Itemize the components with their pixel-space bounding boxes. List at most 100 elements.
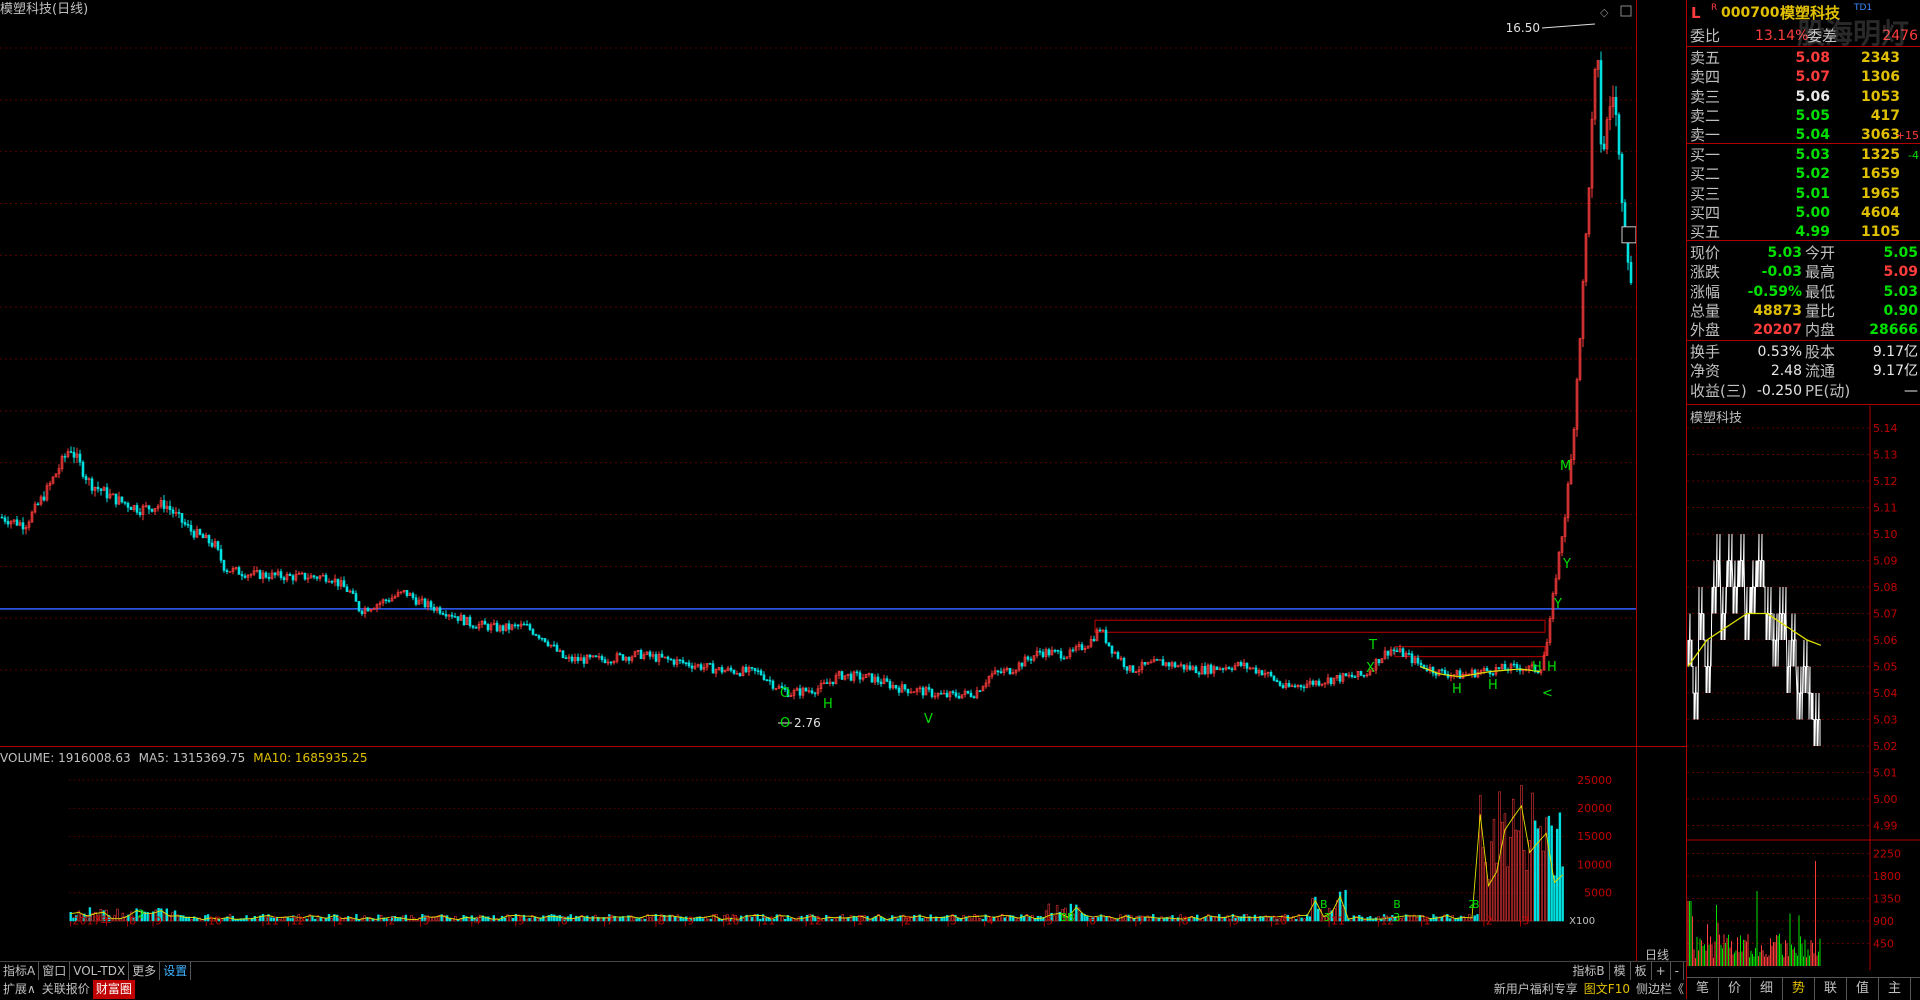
sell-row[interactable]: 卖三 5.06 1053: [1687, 88, 1920, 107]
intraday-chart[interactable]: 模塑科技 5.14 5.13 5.12 5.11 5.10 5.09 5.08 5.07 5.06…: [1687, 406, 1920, 970]
volume-bar: [1270, 916, 1273, 922]
mini-volume-label: 900: [1873, 915, 1894, 928]
time-axis-label: 7: [1138, 915, 1145, 928]
candle-body: [1155, 659, 1159, 661]
time-axis-label: 3: [1522, 915, 1529, 928]
indicator-tab-right[interactable]: 模: [1610, 962, 1631, 980]
candle-body: [1401, 648, 1405, 657]
fundamental-value: 0.53%: [1757, 344, 1802, 360]
volume-bar: [256, 918, 259, 922]
sell-volume: 1053: [1861, 88, 1900, 105]
candle-body: [1245, 662, 1249, 669]
mini-chart-tab[interactable]: 值: [1847, 978, 1879, 1000]
indicator-tab[interactable]: 指标A: [0, 962, 40, 980]
candle-body: [507, 623, 511, 630]
volume-bar: [377, 914, 380, 922]
window-toggle-icon: [1620, 5, 1632, 17]
candle-body: [1392, 649, 1396, 652]
sell-row[interactable]: 卖五 5.08 2343: [1687, 49, 1920, 68]
candle-body: [1287, 683, 1291, 687]
candle-body: [840, 671, 844, 680]
volume-bar: [1121, 917, 1125, 922]
candle-body: [687, 662, 691, 667]
time-axis-label: 8: [129, 915, 136, 928]
fundamental-label: 股本: [1805, 343, 1836, 361]
buy-row[interactable]: 买四 5.00 4604: [1687, 204, 1920, 223]
candle-body: [1362, 674, 1366, 677]
sell-row[interactable]: 卖四 5.07 1306: [1687, 68, 1920, 87]
stock-code[interactable]: 000700: [1721, 2, 1779, 24]
extension-tab[interactable]: 关联报价: [39, 980, 93, 999]
extension-tab-right[interactable]: 新用户福利专享: [1491, 980, 1581, 999]
mini-volume-bars: [1687, 861, 1821, 966]
extension-tab[interactable]: 财富圈: [92, 980, 135, 999]
candle-body: [1599, 60, 1603, 145]
candle-body: [1053, 650, 1057, 652]
low-price-marker: 2.76: [794, 716, 821, 730]
candle-body: [999, 671, 1003, 674]
volume-bar: [1193, 917, 1196, 922]
candle-body: [468, 616, 472, 627]
mini-chart-tab[interactable]: 势: [1783, 978, 1815, 1000]
candle-body: [360, 610, 364, 615]
buy-row[interactable]: 买一 5.03 1325 -4: [1687, 146, 1920, 165]
indicator-tab[interactable]: 设置: [160, 962, 192, 980]
signal-h1: H: [823, 697, 833, 712]
candle-body: [96, 486, 100, 490]
indicator-tab-right[interactable]: 板: [1631, 962, 1652, 980]
time-axis-label: 5: [1046, 915, 1053, 928]
mini-chart-tab[interactable]: 筹: [1911, 978, 1920, 1000]
candle-body: [282, 577, 286, 581]
mini-chart-tab[interactable]: 笔: [1687, 978, 1719, 1000]
volume-bar: [921, 917, 924, 922]
indicator-tab-right[interactable]: 指标B: [1568, 962, 1610, 980]
candle-body: [1107, 642, 1111, 647]
indicator-tab[interactable]: VOL-TDX: [70, 962, 130, 980]
indicator-tab[interactable]: 更多: [129, 962, 161, 980]
weibi-label: 委比: [1690, 27, 1721, 45]
volume-bar: [261, 914, 265, 922]
period-label[interactable]: 日线: [1645, 946, 1669, 963]
mini-price-label: 5.05: [1873, 661, 1898, 674]
buy-row[interactable]: 买三 5.01 1965: [1687, 185, 1920, 204]
time-axis-label: 12: [808, 915, 822, 928]
fundamental-value: 9.17亿: [1872, 344, 1918, 360]
volume-bar: [1555, 828, 1559, 922]
stat-value: 48873: [1753, 302, 1802, 319]
extension-tab-right[interactable]: 侧边栏《: [1633, 980, 1687, 999]
kline-chart[interactable]: 16.0015.0014.0013.0012.0011.0010.009.008…: [0, 0, 1637, 747]
stat-value: 5.03: [1883, 283, 1918, 300]
candle-body: [1617, 114, 1621, 155]
candle-body: [531, 629, 535, 635]
mini-chart-tab[interactable]: 细: [1751, 978, 1783, 1000]
fundamental-row: 换手 0.53% 股本 9.17亿: [1687, 343, 1920, 362]
panel-divider: [0, 746, 1687, 747]
candle-body: [240, 574, 244, 577]
candle-body: [162, 500, 166, 509]
extension-tab[interactable]: 扩展∧: [0, 980, 39, 999]
candle-body: [225, 570, 229, 572]
mini-chart-tab[interactable]: 主: [1879, 978, 1911, 1000]
candle-body: [495, 622, 499, 632]
buy-row[interactable]: 买二 5.02 1659: [1687, 165, 1920, 184]
volume-chart[interactable]: 250002000015000100005000X100BB BB B3322201…: [0, 747, 1637, 943]
mini-chart-tab[interactable]: 联: [1815, 978, 1847, 1000]
mini-price-label: 5.08: [1873, 581, 1898, 594]
volume-bar: [330, 918, 333, 922]
volume-axis-label: 5000: [1584, 887, 1612, 900]
volume-bar: [1542, 850, 1545, 922]
candle-body: [267, 576, 271, 579]
candle-body: [1281, 685, 1285, 688]
quote-divider: [1687, 143, 1920, 144]
indicator-tab-right[interactable]: +: [1652, 962, 1671, 980]
sell-row[interactable]: 卖二 5.05 417: [1687, 107, 1920, 126]
volume-bar: [1435, 916, 1438, 922]
mini-chart-tab[interactable]: 价: [1719, 978, 1751, 1000]
volume-bar: [569, 914, 572, 922]
indicator-tab[interactable]: 窗口: [39, 962, 71, 980]
candle-body: [1278, 681, 1282, 686]
volume-bar: [492, 915, 496, 922]
extension-tab-right[interactable]: 图文F10: [1581, 980, 1633, 999]
volume-bar: [553, 914, 556, 922]
indicator-tab-right[interactable]: -: [1671, 962, 1684, 980]
